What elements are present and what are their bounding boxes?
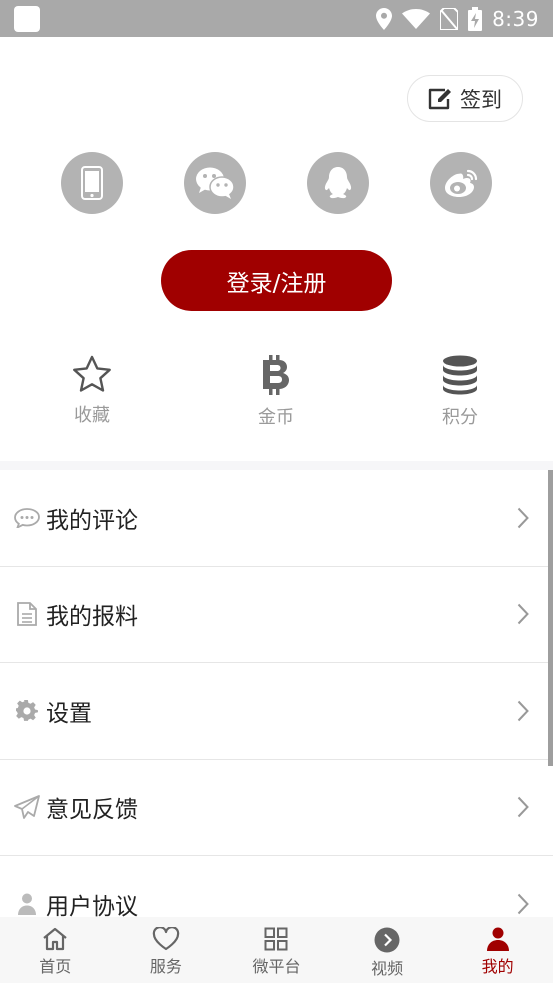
coins-label: 金币: [258, 407, 294, 428]
chevron-right-icon: [517, 894, 529, 915]
checkin-button[interactable]: 签到: [407, 75, 523, 122]
wechat-icon: [196, 167, 235, 199]
nav-label-micro-platform: 微平台: [252, 957, 301, 976]
chevron-right-icon: [517, 700, 529, 721]
status-time: 8:39: [492, 6, 539, 31]
paper-plane-icon: [14, 795, 40, 820]
wifi-icon: [402, 8, 431, 29]
nav-label-mine: 我的: [481, 957, 514, 976]
menu-item-settings[interactable]: 设置: [0, 663, 553, 760]
menu-label-my-comments: 我的评论: [46, 507, 138, 534]
comment-icon: [14, 507, 40, 528]
coins-stat[interactable]: 金币: [226, 355, 326, 429]
nav-tab-mine[interactable]: 我的: [442, 917, 553, 983]
star-icon: [73, 355, 111, 392]
phone-login-button[interactable]: [61, 152, 123, 214]
notification-icon: [14, 5, 40, 32]
menu-item-my-comments[interactable]: 我的评论: [0, 470, 553, 567]
login-register-label: 登录/注册: [226, 270, 327, 297]
status-bar: 8:39: [0, 0, 553, 37]
menu-item-feedback[interactable]: 意见反馈: [0, 760, 553, 856]
weibo-icon: [445, 169, 478, 197]
checkin-label: 签到: [460, 87, 502, 112]
login-register-button[interactable]: 登录/注册: [161, 250, 392, 311]
chevron-right-icon: [517, 507, 529, 528]
qq-login-button[interactable]: [307, 152, 369, 214]
grid-icon: [264, 927, 288, 951]
chevron-right-icon: [517, 797, 529, 818]
scrollbar[interactable]: [548, 470, 553, 766]
no-sim-icon: [440, 7, 459, 30]
bottom-nav: 首页 服务 微平台 视频 我的: [0, 917, 553, 983]
points-label: 积分: [442, 407, 478, 428]
location-icon: [376, 7, 393, 30]
menu-label-my-reports: 我的报料: [46, 604, 138, 631]
nav-label-video: 视频: [371, 959, 404, 978]
nav-tab-video[interactable]: 视频: [332, 917, 443, 983]
bitcoin-icon: [263, 355, 289, 395]
favorites-stat[interactable]: 收藏: [42, 355, 142, 427]
nav-label-home: 首页: [39, 957, 72, 976]
wechat-login-button[interactable]: [184, 152, 246, 214]
heart-icon: [152, 927, 180, 951]
section-divider: [0, 461, 553, 470]
points-stat[interactable]: 积分: [410, 355, 510, 429]
person-icon: [486, 927, 509, 951]
battery-icon: [468, 6, 483, 31]
database-icon: [443, 355, 477, 395]
play-circle-icon: [374, 927, 400, 953]
menu-item-my-reports[interactable]: 我的报料: [0, 567, 553, 663]
chevron-right-icon: [517, 604, 529, 625]
edit-icon: [428, 88, 451, 109]
nav-tab-home[interactable]: 首页: [0, 917, 111, 983]
home-icon: [43, 927, 67, 951]
weibo-login-button[interactable]: [430, 152, 492, 214]
qq-icon: [324, 167, 352, 199]
stats-row: 收藏 金币 积分: [0, 355, 553, 435]
nav-tab-services[interactable]: 服务: [111, 917, 222, 983]
menu-label-settings: 设置: [46, 700, 92, 727]
nav-tab-micro-platform[interactable]: 微平台: [221, 917, 332, 983]
gear-icon: [16, 699, 38, 721]
social-login-row: [0, 152, 553, 214]
menu-label-feedback: 意见反馈: [46, 797, 138, 824]
menu-list: 我的评论 我的报料 设置 意见反馈 用户协议: [0, 470, 553, 953]
phone-icon: [81, 166, 103, 200]
nav-label-services: 服务: [149, 957, 182, 976]
user-icon: [18, 893, 36, 916]
favorites-label: 收藏: [74, 405, 110, 426]
document-icon: [17, 602, 37, 627]
